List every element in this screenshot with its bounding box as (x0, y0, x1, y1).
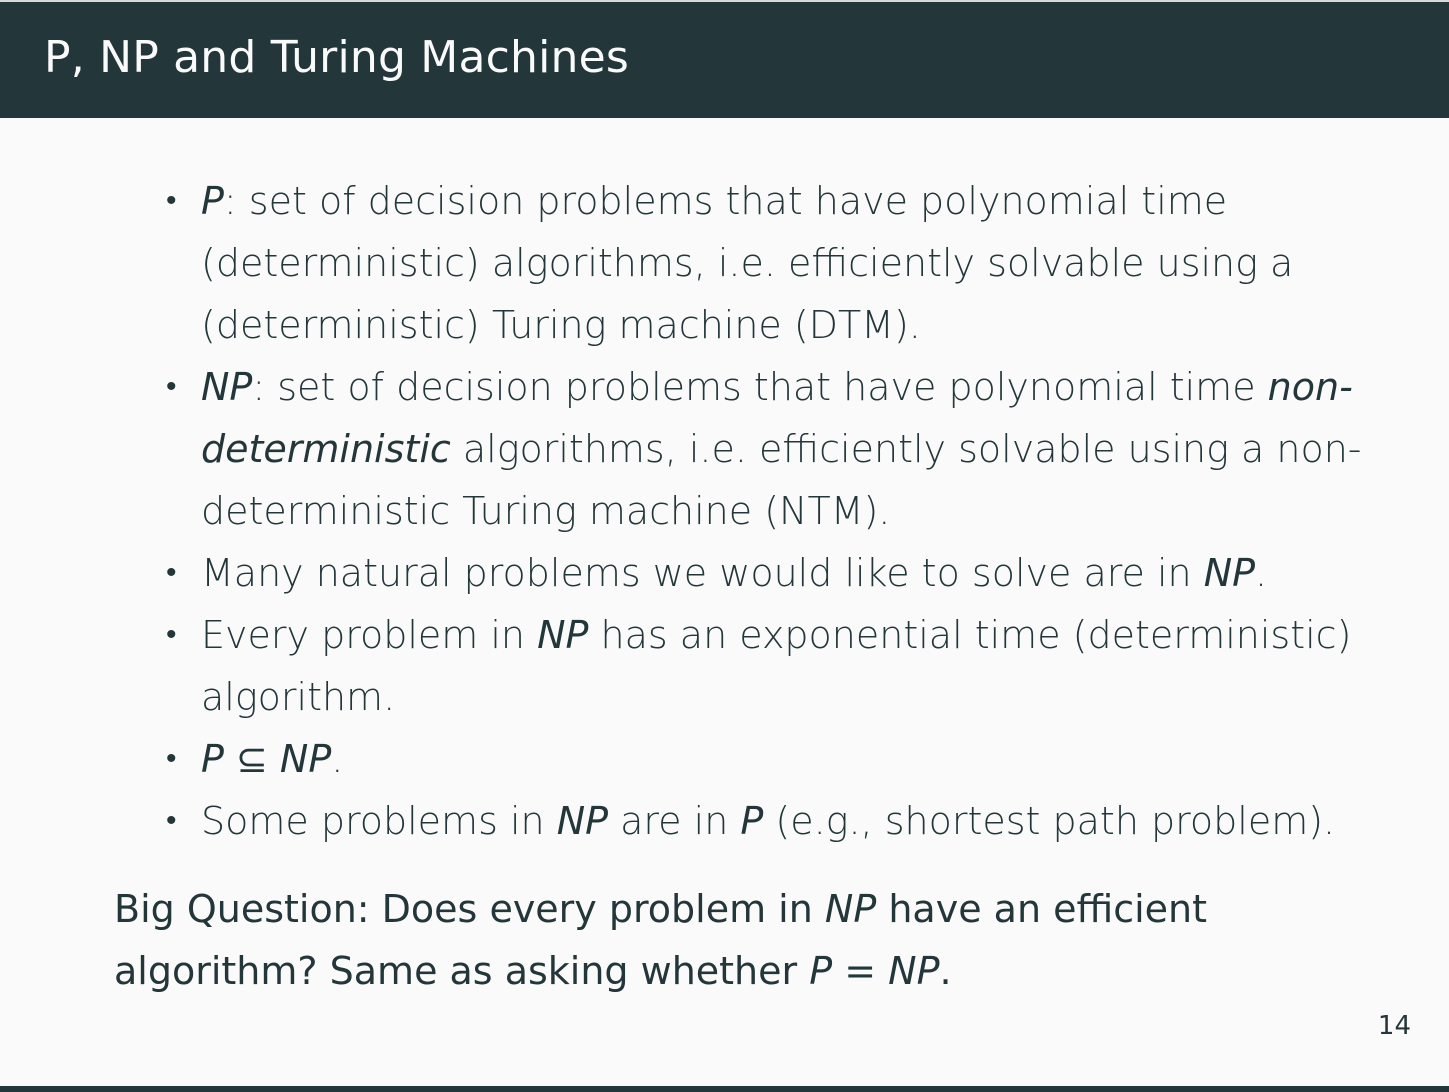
bullet-item: • P: set of decision problems that have p… (0, 170, 1449, 356)
italic-text-run: NP (279, 737, 332, 781)
text-run: : set of decision problems that have pol… (201, 179, 1294, 347)
big-question-label: Big Question: (114, 887, 370, 931)
bullet-text: Some problems in NP are in P (e.g., shor… (201, 799, 1335, 843)
bullet-dot-icon: • (166, 741, 177, 776)
bullet-text: Many natural problems we would like to s… (201, 551, 1267, 595)
big-question: Big Question: Does every problem in NP h… (114, 878, 1374, 1002)
italic-text-run: P (201, 737, 224, 781)
slide-content: • P: set of decision problems that have p… (0, 118, 1449, 1086)
bullet-item: • Many natural problems we would like to … (0, 542, 1449, 604)
bullet-item: • Some problems in NP are in P (e.g., sho… (0, 790, 1449, 852)
bullet-dot-icon: • (166, 183, 177, 218)
text-run: Does every problem in (369, 887, 825, 931)
bottom-bar (0, 1086, 1449, 1092)
bullet-item: • NP: set of decision problems that have … (0, 356, 1449, 542)
italic-text-run: NP (888, 949, 940, 993)
text-run: . (939, 949, 952, 993)
page-number: 14 (1377, 1011, 1411, 1041)
italic-text-run: P (809, 949, 833, 993)
bullet-text: Every problem in NP has an exponential t… (201, 613, 1351, 719)
text-run: Every problem in (201, 613, 538, 657)
italic-text-run: NP (201, 365, 253, 409)
bullet-dot-icon: • (166, 555, 177, 590)
text-run: (e.g., shortest path problem). (763, 799, 1336, 843)
bullet-item: • P ⊆ NP. (0, 728, 1449, 790)
text-run: = (832, 949, 889, 993)
italic-text-run: NP (556, 799, 609, 843)
text-run: : set of decision problems that have pol… (252, 365, 1268, 409)
bullet-list: • P: set of decision problems that have p… (0, 170, 1449, 852)
text-run: . (1255, 551, 1268, 595)
text-run: Some problems in (201, 799, 557, 843)
italic-text-run: NP (537, 613, 589, 657)
italic-text-run: NP (1203, 551, 1256, 595)
bullet-text: NP: set of decision problems that have p… (201, 365, 1362, 533)
text-run: . (331, 737, 344, 781)
italic-text-run: NP (824, 887, 877, 931)
italic-text-run: P (201, 179, 224, 223)
bullet-item: • Every problem in NP has an exponential … (0, 604, 1449, 728)
text-run: Many natural problems we would like to s… (201, 551, 1204, 595)
italic-text-run: P (740, 799, 764, 843)
bullet-dot-icon: • (166, 803, 177, 838)
text-run: ⊆ (223, 737, 280, 781)
slide-header: P, NP and Turing Machines (0, 2, 1449, 118)
slide-title: P, NP and Turing Machines (44, 32, 630, 83)
bullet-dot-icon: • (166, 617, 177, 652)
bullet-text: P ⊆ NP. (201, 737, 343, 781)
text-run: are in (608, 799, 741, 843)
bullet-dot-icon: • (166, 369, 177, 404)
bullet-text: P: set of decision problems that have po… (201, 179, 1293, 347)
